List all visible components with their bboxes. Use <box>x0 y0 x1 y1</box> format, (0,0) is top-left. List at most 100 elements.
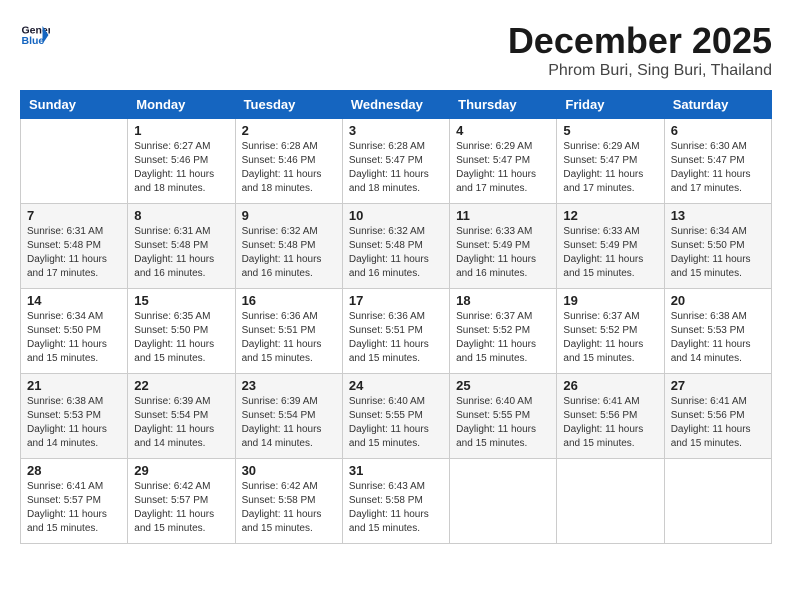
calendar-cell: 13 Sunrise: 6:34 AMSunset: 5:50 PMDayligh… <box>664 204 771 289</box>
day-info: Sunrise: 6:41 AMSunset: 5:56 PMDaylight:… <box>563 395 657 451</box>
day-number: 27 <box>671 378 765 393</box>
calendar-cell: 3 Sunrise: 6:28 AMSunset: 5:47 PMDaylight… <box>342 119 449 204</box>
calendar-cell: 19Sunrise: 6:37 AMSunset: 5:52 PMDayligh… <box>557 289 664 374</box>
day-info: Sunrise: 6:28 AMSunset: 5:46 PMDaylight:… <box>242 140 336 196</box>
day-number: 20 <box>671 293 765 308</box>
day-info: Sunrise: 6:37 AMSunset: 5:52 PMDaylight:… <box>563 310 657 366</box>
calendar-cell: 26 Sunrise: 6:41 AMSunset: 5:56 PMDayligh… <box>557 374 664 459</box>
day-number: 6 <box>671 123 765 138</box>
day-info: Sunrise: 6:29 AMSunset: 5:47 PMDaylight:… <box>563 140 657 196</box>
day-info: Sunrise: 6:34 AMSunset: 5:50 PMDaylight:… <box>27 310 121 366</box>
day-info: Sunrise: 6:42 AMSunset: 5:58 PMDaylight:… <box>242 480 336 536</box>
day-info: Sunrise: 6:35 AMSunset: 5:50 PMDaylight:… <box>134 310 228 366</box>
day-info: Sunrise: 6:41 AMSunset: 5:56 PMDaylight:… <box>671 395 765 451</box>
day-number: 13 <box>671 208 765 223</box>
calendar-cell: 4 Sunrise: 6:29 AMSunset: 5:47 PMDaylight… <box>450 119 557 204</box>
calendar-cell: 16 Sunrise: 6:36 AMSunset: 5:51 PMDayligh… <box>235 289 342 374</box>
calendar-table: SundayMondayTuesdayWednesdayThursdayFrid… <box>20 90 772 544</box>
svg-text:Blue: Blue <box>22 35 45 47</box>
day-info: Sunrise: 6:27 AMSunset: 5:46 PMDaylight:… <box>134 140 228 196</box>
weekday-header-tuesday: Tuesday <box>235 91 342 119</box>
weekday-header-sunday: Sunday <box>21 91 128 119</box>
day-number: 5 <box>563 123 657 138</box>
calendar-cell <box>557 459 664 544</box>
day-number: 2 <box>242 123 336 138</box>
calendar-cell: 12Sunrise: 6:33 AMSunset: 5:49 PMDayligh… <box>557 204 664 289</box>
week-row-3: 14 Sunrise: 6:34 AMSunset: 5:50 PMDayligh… <box>21 289 772 374</box>
day-number: 7 <box>27 208 121 223</box>
calendar-cell: 20 Sunrise: 6:38 AMSunset: 5:53 PMDayligh… <box>664 289 771 374</box>
day-number: 17 <box>349 293 443 308</box>
day-number: 25 <box>456 378 550 393</box>
day-number: 10 <box>349 208 443 223</box>
day-info: Sunrise: 6:33 AMSunset: 5:49 PMDaylight:… <box>456 225 550 281</box>
weekday-header-row: SundayMondayTuesdayWednesdayThursdayFrid… <box>21 91 772 119</box>
calendar-cell: 21 Sunrise: 6:38 AMSunset: 5:53 PMDayligh… <box>21 374 128 459</box>
day-info: Sunrise: 6:41 AMSunset: 5:57 PMDaylight:… <box>27 480 121 536</box>
day-info: Sunrise: 6:40 AMSunset: 5:55 PMDaylight:… <box>349 395 443 451</box>
day-number: 29 <box>134 463 228 478</box>
day-number: 24 <box>349 378 443 393</box>
calendar-cell <box>21 119 128 204</box>
title-section: December 2025 Phrom Buri, Sing Buri, Tha… <box>508 20 772 80</box>
calendar-cell: 1 Sunrise: 6:27 AMSunset: 5:46 PMDaylight… <box>128 119 235 204</box>
calendar-cell: 28Sunrise: 6:41 AMSunset: 5:57 PMDayligh… <box>21 459 128 544</box>
day-number: 30 <box>242 463 336 478</box>
calendar-cell: 17Sunrise: 6:36 AMSunset: 5:51 PMDayligh… <box>342 289 449 374</box>
day-info: Sunrise: 6:28 AMSunset: 5:47 PMDaylight:… <box>349 140 443 196</box>
calendar-cell: 25Sunrise: 6:40 AMSunset: 5:55 PMDayligh… <box>450 374 557 459</box>
day-info: Sunrise: 6:36 AMSunset: 5:51 PMDaylight:… <box>242 310 336 366</box>
calendar-cell: 14 Sunrise: 6:34 AMSunset: 5:50 PMDayligh… <box>21 289 128 374</box>
calendar-cell: 6 Sunrise: 6:30 AMSunset: 5:47 PMDaylight… <box>664 119 771 204</box>
day-number: 21 <box>27 378 121 393</box>
logo: General Blue <box>20 20 50 50</box>
weekday-header-wednesday: Wednesday <box>342 91 449 119</box>
calendar-cell: 22 Sunrise: 6:39 AMSunset: 5:54 PMDayligh… <box>128 374 235 459</box>
calendar-cell: 5 Sunrise: 6:29 AMSunset: 5:47 PMDaylight… <box>557 119 664 204</box>
logo-icon: General Blue <box>20 20 50 50</box>
page-header: General Blue December 2025 Phrom Buri, S… <box>20 20 772 80</box>
day-info: Sunrise: 6:32 AMSunset: 5:48 PMDaylight:… <box>349 225 443 281</box>
day-info: Sunrise: 6:31 AMSunset: 5:48 PMDaylight:… <box>27 225 121 281</box>
day-number: 14 <box>27 293 121 308</box>
day-number: 12 <box>563 208 657 223</box>
day-info: Sunrise: 6:39 AMSunset: 5:54 PMDaylight:… <box>242 395 336 451</box>
day-number: 15 <box>134 293 228 308</box>
day-number: 11 <box>456 208 550 223</box>
day-number: 26 <box>563 378 657 393</box>
calendar-cell: 11 Sunrise: 6:33 AMSunset: 5:49 PMDayligh… <box>450 204 557 289</box>
day-number: 22 <box>134 378 228 393</box>
day-info: Sunrise: 6:38 AMSunset: 5:53 PMDaylight:… <box>27 395 121 451</box>
calendar-cell: 8 Sunrise: 6:31 AMSunset: 5:48 PMDaylight… <box>128 204 235 289</box>
calendar-cell: 15 Sunrise: 6:35 AMSunset: 5:50 PMDayligh… <box>128 289 235 374</box>
day-info: Sunrise: 6:34 AMSunset: 5:50 PMDaylight:… <box>671 225 765 281</box>
day-number: 3 <box>349 123 443 138</box>
day-info: Sunrise: 6:30 AMSunset: 5:47 PMDaylight:… <box>671 140 765 196</box>
week-row-5: 28Sunrise: 6:41 AMSunset: 5:57 PMDayligh… <box>21 459 772 544</box>
day-info: Sunrise: 6:32 AMSunset: 5:48 PMDaylight:… <box>242 225 336 281</box>
day-number: 23 <box>242 378 336 393</box>
weekday-header-monday: Monday <box>128 91 235 119</box>
day-info: Sunrise: 6:29 AMSunset: 5:47 PMDaylight:… <box>456 140 550 196</box>
calendar-cell: 9Sunrise: 6:32 AMSunset: 5:48 PMDaylight… <box>235 204 342 289</box>
day-number: 1 <box>134 123 228 138</box>
calendar-cell: 27 Sunrise: 6:41 AMSunset: 5:56 PMDayligh… <box>664 374 771 459</box>
day-number: 4 <box>456 123 550 138</box>
calendar-cell: 31Sunrise: 6:43 AMSunset: 5:58 PMDayligh… <box>342 459 449 544</box>
day-info: Sunrise: 6:31 AMSunset: 5:48 PMDaylight:… <box>134 225 228 281</box>
calendar-cell <box>450 459 557 544</box>
weekday-header-thursday: Thursday <box>450 91 557 119</box>
day-info: Sunrise: 6:39 AMSunset: 5:54 PMDaylight:… <box>134 395 228 451</box>
calendar-cell: 18 Sunrise: 6:37 AMSunset: 5:52 PMDayligh… <box>450 289 557 374</box>
day-number: 16 <box>242 293 336 308</box>
day-info: Sunrise: 6:37 AMSunset: 5:52 PMDaylight:… <box>456 310 550 366</box>
day-number: 8 <box>134 208 228 223</box>
week-row-1: 1 Sunrise: 6:27 AMSunset: 5:46 PMDaylight… <box>21 119 772 204</box>
calendar-cell: 2 Sunrise: 6:28 AMSunset: 5:46 PMDaylight… <box>235 119 342 204</box>
day-info: Sunrise: 6:38 AMSunset: 5:53 PMDaylight:… <box>671 310 765 366</box>
day-number: 18 <box>456 293 550 308</box>
day-info: Sunrise: 6:42 AMSunset: 5:57 PMDaylight:… <box>134 480 228 536</box>
calendar-cell <box>664 459 771 544</box>
calendar-cell: 29 Sunrise: 6:42 AMSunset: 5:57 PMDayligh… <box>128 459 235 544</box>
calendar-cell: 10 Sunrise: 6:32 AMSunset: 5:48 PMDayligh… <box>342 204 449 289</box>
